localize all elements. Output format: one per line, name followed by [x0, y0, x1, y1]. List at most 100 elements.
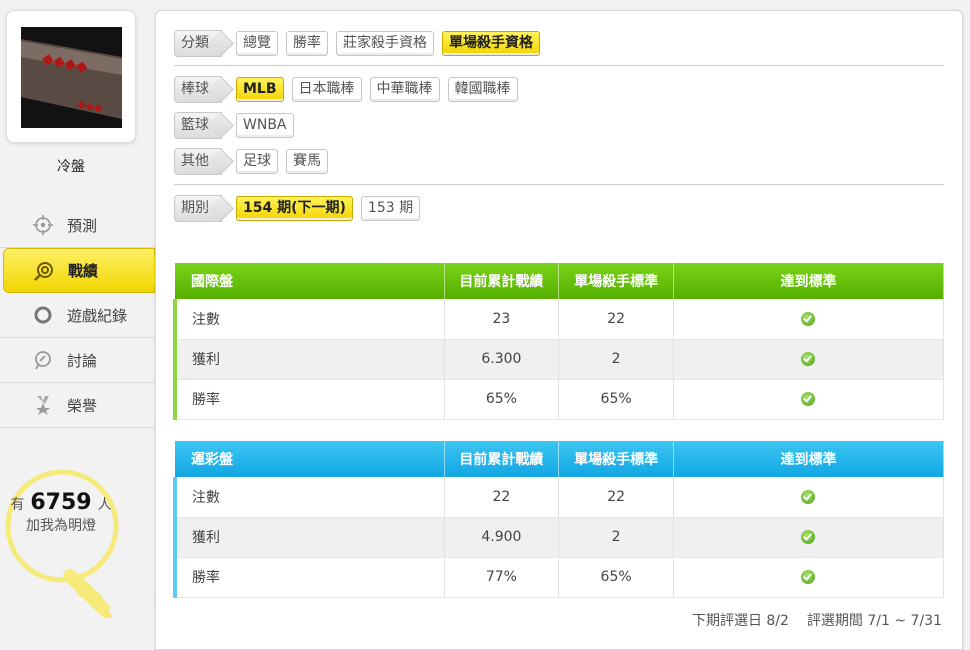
check-icon	[801, 311, 816, 326]
check-icon	[801, 489, 816, 504]
met-cell	[673, 517, 945, 558]
fans-caption: 加我為明燈	[26, 518, 96, 534]
option-banker-killer[interactable]: 莊家殺手資格	[336, 31, 434, 56]
sidebar: ◆◆◆◆ ◆◆◆ 冷盤 預測 戰績 遊戲紀錄 討論 榮譽 有 6759 人 加我…	[0, 0, 166, 644]
option-kbo[interactable]: 韓國職棒	[447, 77, 518, 102]
standard-value: 65%	[558, 557, 674, 598]
target-icon	[33, 215, 53, 235]
evaluation-info: 下期評選日 8/2 評選期間 7/1 ~ 7/31	[692, 610, 942, 630]
nav-label: 榮譽	[67, 396, 98, 415]
table-row: 勝率 65% 65%	[172, 379, 945, 420]
nav-item-honor[interactable]: 榮譽	[0, 383, 154, 428]
table-lottery: 運彩盤 目前累計戰績 單場殺手標準 達到標準 注數 22 22 獲利 4.900…	[172, 441, 945, 598]
discussion-icon	[33, 350, 53, 370]
check-icon	[801, 570, 816, 584]
header-cell: 達到標準	[673, 441, 945, 477]
current-value: 23	[444, 299, 560, 340]
option-mlb[interactable]: MLB	[236, 77, 284, 102]
fans-counter[interactable]: 有 6759 人 加我為明燈	[0, 490, 122, 535]
filter-other: 其他 足球 賽馬	[174, 148, 336, 175]
met-cell	[673, 557, 945, 598]
current-value: 22	[444, 477, 560, 518]
row-name: 獲利	[172, 517, 445, 558]
fans-count: 6759	[30, 490, 92, 515]
table-international: 國際盤 目前累計戰績 單場殺手標準 達到標準 注數 23 22 獲利 6.300…	[172, 263, 945, 420]
header-cell: 單場殺手標準	[558, 441, 674, 477]
eval-period: 評選期間 7/1 ~ 7/31	[806, 613, 942, 629]
filter-baseball: 棒球 MLB 日本職棒 中華職棒 韓國職棒	[174, 76, 526, 103]
option-period-153[interactable]: 153 期	[360, 196, 421, 221]
row-name: 獲利	[172, 339, 445, 380]
nav-item-discussion[interactable]: 討論	[0, 338, 154, 383]
table-row: 注數 23 22	[172, 299, 945, 340]
met-cell	[673, 299, 945, 340]
nav-label: 遊戲紀錄	[67, 306, 128, 325]
header-cell: 運彩盤	[175, 441, 445, 477]
nav-item-record[interactable]: 戰績	[3, 248, 166, 293]
header-cell: 達到標準	[673, 263, 945, 299]
check-icon	[801, 530, 816, 544]
table-row: 獲利 6.300 2	[172, 339, 945, 380]
medal-icon	[33, 395, 53, 415]
table-header: 國際盤 目前累計戰績 單場殺手標準 達到標準	[175, 263, 945, 299]
record-icon	[34, 261, 54, 281]
filter-period: 期別 154 期(下一期) 153 期	[174, 195, 428, 222]
option-npb[interactable]: 日本職棒	[291, 77, 362, 102]
table-row: 獲利 4.900 2	[172, 517, 945, 558]
nav-label: 討論	[67, 351, 98, 370]
main-panel: 分類 總覽 勝率 莊家殺手資格 單場殺手資格 棒球 MLB 日本職棒 中華職棒 …	[155, 10, 963, 650]
next-eval-date: 下期評選日 8/2	[691, 613, 789, 629]
avatar-card[interactable]: ◆◆◆◆ ◆◆◆	[6, 10, 136, 143]
met-cell	[673, 379, 945, 420]
filter-basketball: 籃球 WNBA	[174, 112, 302, 139]
option-single-killer[interactable]: 單場殺手資格	[442, 31, 540, 56]
check-icon	[801, 392, 816, 406]
row-name: 勝率	[172, 379, 445, 420]
table-header: 運彩盤 目前累計戰績 單場殺手標準 達到標準	[175, 441, 945, 477]
fans-prefix: 有	[10, 497, 25, 513]
table-row: 注數 22 22	[172, 477, 945, 518]
option-win-rate[interactable]: 勝率	[286, 31, 328, 56]
check-icon	[801, 352, 816, 366]
header-cell: 目前累計戰績	[444, 441, 560, 477]
standard-value: 22	[558, 477, 674, 518]
nav-label: 預測	[67, 216, 98, 235]
met-cell	[673, 477, 945, 518]
table-row: 勝率 77% 65%	[172, 557, 945, 598]
current-value: 77%	[444, 557, 560, 598]
option-horse-racing[interactable]: 賽馬	[286, 149, 328, 174]
row-name: 注數	[172, 477, 445, 518]
filter-label: 分類	[174, 30, 222, 57]
ring-icon	[33, 305, 53, 325]
header-cell: 單場殺手標準	[558, 263, 674, 299]
standard-value: 65%	[558, 379, 674, 420]
username: 冷盤	[57, 159, 85, 175]
current-value: 6.300	[444, 339, 560, 380]
option-soccer[interactable]: 足球	[236, 149, 278, 174]
header-cell: 目前累計戰績	[444, 263, 560, 299]
standard-value: 2	[558, 517, 674, 558]
nav-item-game-log[interactable]: 遊戲紀錄	[0, 293, 154, 338]
standard-value: 22	[558, 299, 674, 340]
fans-suffix: 人	[97, 497, 112, 513]
divider	[174, 184, 944, 185]
sidebar-nav: 預測 戰績 遊戲紀錄 討論 榮譽	[0, 203, 166, 428]
current-value: 65%	[444, 379, 560, 420]
option-cpbl[interactable]: 中華職棒	[369, 77, 440, 102]
option-overview[interactable]: 總覽	[236, 31, 278, 56]
standard-value: 2	[558, 339, 674, 380]
filter-category: 分類 總覽 勝率 莊家殺手資格 單場殺手資格	[174, 30, 548, 57]
nav-label: 戰績	[68, 262, 99, 280]
divider	[174, 65, 944, 66]
filter-label: 期別	[174, 195, 222, 222]
nav-item-predict[interactable]: 預測	[0, 203, 154, 248]
option-wnba[interactable]: WNBA	[236, 113, 294, 138]
met-cell	[673, 339, 945, 380]
option-period-154[interactable]: 154 期(下一期)	[236, 196, 353, 221]
current-value: 4.900	[444, 517, 560, 558]
filter-label: 棒球	[174, 76, 222, 103]
filter-label: 籃球	[174, 112, 222, 139]
row-name: 勝率	[172, 557, 445, 598]
filter-label: 其他	[174, 148, 222, 175]
avatar[interactable]: ◆◆◆◆ ◆◆◆	[21, 27, 122, 128]
